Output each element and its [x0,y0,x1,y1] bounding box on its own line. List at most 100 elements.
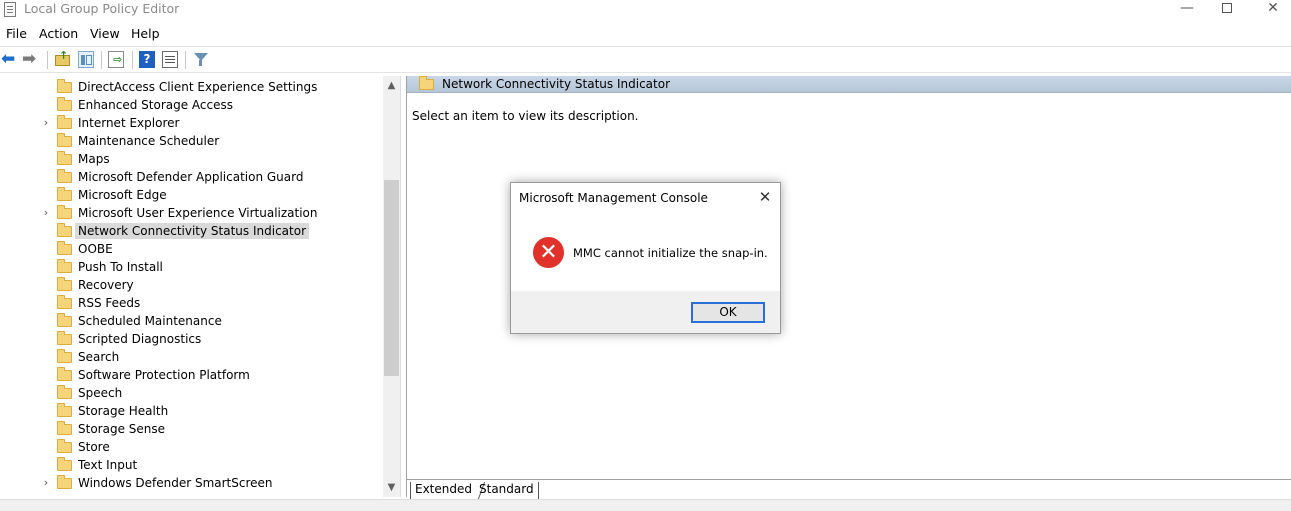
dialog-title: Microsoft Management Console [519,191,708,205]
maximize-button[interactable] [1204,0,1250,20]
export-list-icon: ⇨ [113,53,123,66]
scroll-up-button[interactable]: ▲ [383,78,400,94]
tree-item[interactable]: Maintenance Scheduler [0,132,383,150]
scrollbar-thumb[interactable] [384,180,399,376]
tree-item[interactable]: DirectAccess Client Experience Settings [0,78,383,96]
tree-item-label: Maintenance Scheduler [78,134,220,148]
tree-item-label: Search [78,350,120,364]
tree-item-label: Scheduled Maintenance [78,314,222,328]
folder-icon [57,457,72,471]
toolbar: ⬅ ➡ ↑ ⇨ ? [0,46,1291,73]
view-tabs: Extended Standard [406,479,1291,499]
folder-icon [57,403,72,417]
folder-icon [57,313,72,327]
tree-item-label: Network Connectivity Status Indicator [75,223,310,239]
status-bar [0,499,1291,511]
console-tree-icon [81,55,85,65]
tree-item[interactable]: Storage Health [0,402,383,420]
chevron-right-icon[interactable]: › [41,476,51,489]
tree-item-label: Microsoft User Experience Virtualization [78,206,318,220]
tab-standard[interactable]: Standard [475,482,539,499]
tree-item[interactable]: Software Protection Platform [0,366,383,384]
group-policy-app-icon [4,2,16,17]
ok-button[interactable]: OK [691,302,765,323]
tree-item[interactable]: › Internet Explorer [0,114,383,132]
tree-scrollbar[interactable]: ▲ ▼ [383,76,400,497]
console-tree: DirectAccess Client Experience Settings E… [0,76,401,497]
folder-icon [57,421,72,435]
scroll-down-button[interactable]: ▼ [383,480,400,496]
tree-item-label: RSS Feeds [78,296,141,310]
tree-item[interactable]: Text Input [0,456,383,474]
chevron-right-icon[interactable]: › [41,116,51,129]
tab-extended[interactable]: Extended [410,482,476,499]
tree-item-label: Storage Sense [78,422,166,436]
tree-item[interactable]: Scripted Diagnostics [0,330,383,348]
tree-item[interactable]: Scheduled Maintenance [0,312,383,330]
forward-button[interactable]: ➡ [22,51,38,68]
export-list-button[interactable]: ⇨ [108,51,124,68]
menu-view[interactable]: View [90,27,120,41]
folder-icon [57,295,72,309]
tree-item-label: Internet Explorer [78,116,180,130]
back-button[interactable]: ⬅ [1,51,17,68]
chevron-down-icon: ▼ [387,482,396,493]
folder-icon [57,277,72,291]
tree-item[interactable]: › Windows Defender SmartScreen [0,474,383,492]
folder-icon [57,349,72,363]
tree-item-label: Speech [78,386,123,400]
error-icon: ✕ [533,237,564,268]
tree-item-label: DirectAccess Client Experience Settings [78,80,318,94]
tree-item[interactable]: RSS Feeds [0,294,383,312]
folder-icon [57,259,72,273]
tree-item-label: Microsoft Defender Application Guard [78,170,304,184]
tree-item[interactable]: Search [0,348,383,366]
tree-item-label: Push To Install [78,260,163,274]
tree-item[interactable]: Push To Install [0,258,383,276]
tree-item[interactable]: Network Connectivity Status Indicator [0,222,383,240]
help-button[interactable]: ? [139,51,155,68]
folder-icon [57,97,72,111]
folder-icon [57,241,72,255]
tree-item-label: Text Input [78,458,138,472]
folder-icon [57,169,72,183]
menu-action[interactable]: Action [39,27,78,41]
menu-file[interactable]: File [6,27,27,41]
tree-item[interactable]: Storage Sense [0,420,383,438]
tree-item[interactable]: Recovery [0,276,383,294]
dialog-close-button[interactable]: ✕ [754,187,776,207]
tree-item[interactable]: Enhanced Storage Access [0,96,383,114]
folder-icon [57,133,72,147]
show-hide-console-tree-button[interactable] [78,51,94,68]
error-dialog: Microsoft Management Console ✕ ✕ MMC can… [510,182,781,334]
tree-item[interactable]: Maps [0,150,383,168]
chevron-up-icon: ▲ [387,80,396,91]
details-header-title: Network Connectivity Status Indicator [442,77,671,91]
tree-item[interactable]: Store [0,438,383,456]
tree-item[interactable]: Speech [0,384,383,402]
up-one-level-button[interactable]: ↑ [55,49,71,68]
chevron-right-icon[interactable]: › [41,206,51,219]
toolbar-separator [47,51,48,69]
details-description: Select an item to view its description. [412,109,639,123]
title-bar: Local Group Policy Editor — ✕ [0,0,1291,22]
tree-item[interactable]: Microsoft Edge [0,186,383,204]
tree-item[interactable]: › Microsoft User Experience Virtualizatio… [0,204,383,222]
filter-button[interactable] [193,51,209,68]
details-header: Network Connectivity Status Indicator [407,76,1291,93]
tree-item-label: Microsoft Edge [78,188,167,202]
tree-item[interactable]: Microsoft Defender Application Guard [0,168,383,186]
tree-item-label: OOBE [78,242,113,256]
tree-item-label: Recovery [78,278,134,292]
folder-icon [57,223,72,237]
tree-item-label: Scripted Diagnostics [78,332,202,346]
folder-icon [57,439,72,453]
tree-item[interactable]: OOBE [0,240,383,258]
menu-help[interactable]: Help [131,27,160,41]
folder-icon [57,187,72,201]
folder-icon [57,115,72,129]
properties-button[interactable] [162,51,178,68]
folder-icon [57,79,72,93]
window-close-button[interactable]: ✕ [1250,0,1291,20]
toolbar-separator [132,51,133,69]
